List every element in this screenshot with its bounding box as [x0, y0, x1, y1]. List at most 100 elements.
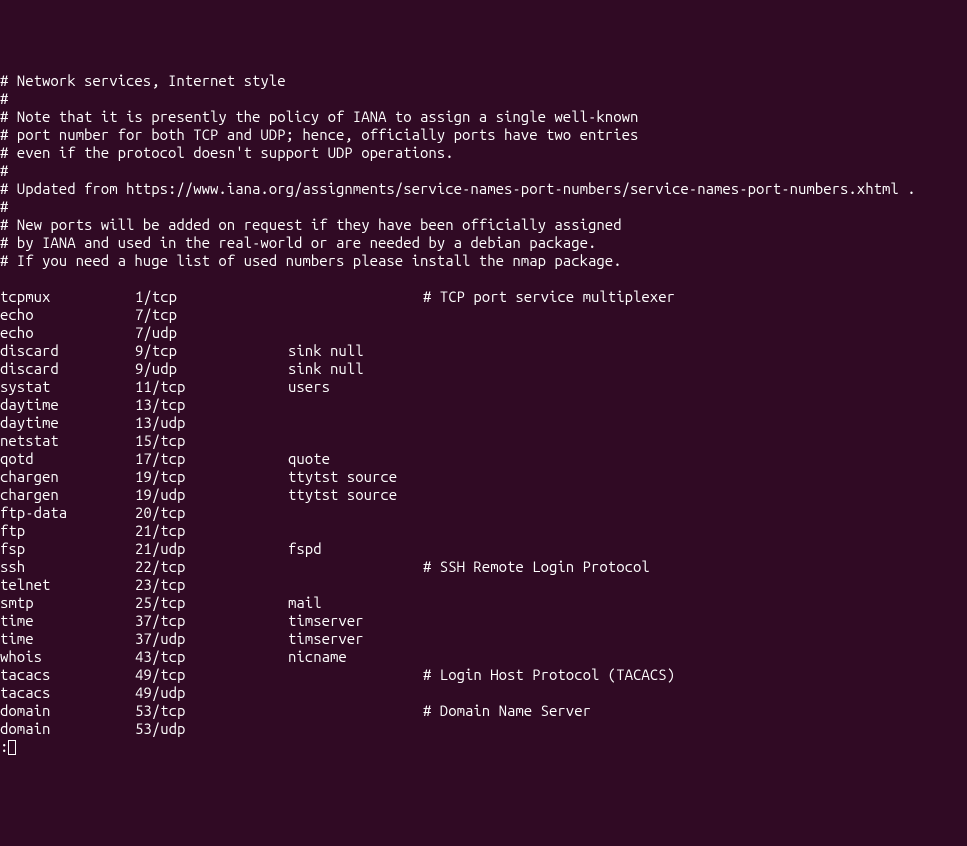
service-name: smtp	[0, 594, 135, 612]
service-alias: mail	[288, 594, 423, 612]
service-port: 13/tcp	[135, 396, 288, 414]
service-port: 20/tcp	[135, 504, 288, 522]
service-port: 21/udp	[135, 540, 288, 558]
service-name: fsp	[0, 540, 135, 558]
service-comment: # Login Host Protocol (TACACS)	[423, 666, 675, 683]
service-name: domain	[0, 702, 135, 720]
comment-line	[0, 270, 967, 288]
service-row: domain53/udp	[0, 720, 967, 738]
comment-line: # New ports will be added on request if …	[0, 216, 967, 234]
service-row: tacacs49/tcp # Login Host Protocol (TACAC…	[0, 666, 967, 684]
service-row: chargen19/tcpttytst source	[0, 468, 967, 486]
service-name: tcpmux	[0, 288, 135, 306]
service-row: fsp21/udpfspd	[0, 540, 967, 558]
service-alias: quote	[288, 450, 423, 468]
service-row: telnet23/tcp	[0, 576, 967, 594]
service-name: ftp-data	[0, 504, 135, 522]
service-row: time37/tcptimserver	[0, 612, 967, 630]
service-name: systat	[0, 378, 135, 396]
service-comment: # SSH Remote Login Protocol	[423, 558, 650, 575]
service-row: ssh22/tcp # SSH Remote Login Protocol	[0, 558, 967, 576]
service-alias: fspd	[288, 540, 423, 558]
service-row: echo7/udp	[0, 324, 967, 342]
service-name: time	[0, 630, 135, 648]
service-alias: timserver	[288, 630, 423, 648]
service-name: time	[0, 612, 135, 630]
service-port: 19/udp	[135, 486, 288, 504]
service-row: tcpmux1/tcp # TCP port service multiplexe…	[0, 288, 967, 306]
service-row: discard9/tcpsink null	[0, 342, 967, 360]
service-name: daytime	[0, 396, 135, 414]
service-port: 49/tcp	[135, 666, 288, 684]
service-port: 21/tcp	[135, 522, 288, 540]
service-comment: # Domain Name Server	[423, 702, 591, 719]
service-name: discard	[0, 360, 135, 378]
service-port: 9/tcp	[135, 342, 288, 360]
comment-line: # port number for both TCP and UDP; henc…	[0, 126, 967, 144]
service-comment: # TCP port service multiplexer	[423, 288, 675, 305]
service-alias: users	[288, 378, 423, 396]
service-alias: nicname	[288, 648, 423, 666]
service-name: telnet	[0, 576, 135, 594]
service-port: 53/udp	[135, 720, 288, 738]
prompt-text: :	[0, 738, 8, 755]
comment-line: #	[0, 198, 967, 216]
service-row: time37/udptimserver	[0, 630, 967, 648]
service-name: whois	[0, 648, 135, 666]
service-name: tacacs	[0, 666, 135, 684]
service-row: discard9/udpsink null	[0, 360, 967, 378]
pager-prompt[interactable]: :	[0, 738, 967, 756]
comment-line: # even if the protocol doesn't support U…	[0, 144, 967, 162]
terminal-output: # Network services, Internet style## Not…	[0, 72, 967, 756]
service-port: 1/tcp	[135, 288, 288, 306]
service-name: echo	[0, 324, 135, 342]
service-alias: sink null	[288, 360, 423, 378]
service-port: 22/tcp	[135, 558, 288, 576]
service-name: ftp	[0, 522, 135, 540]
service-row: systat11/tcpusers	[0, 378, 967, 396]
service-row: daytime13/tcp	[0, 396, 967, 414]
service-name: ssh	[0, 558, 135, 576]
service-name: daytime	[0, 414, 135, 432]
comment-line: # by IANA and used in the real-world or …	[0, 234, 967, 252]
comment-line: # Note that it is presently the policy o…	[0, 108, 967, 126]
service-port: 15/tcp	[135, 432, 288, 450]
service-alias: ttytst source	[288, 468, 423, 486]
service-port: 9/udp	[135, 360, 288, 378]
service-port: 37/udp	[135, 630, 288, 648]
service-row: daytime13/udp	[0, 414, 967, 432]
comment-line: # Updated from https://www.iana.org/assi…	[0, 180, 967, 198]
service-port: 11/tcp	[135, 378, 288, 396]
service-port: 25/tcp	[135, 594, 288, 612]
service-row: tacacs49/udp	[0, 684, 967, 702]
service-row: echo7/tcp	[0, 306, 967, 324]
service-name: chargen	[0, 486, 135, 504]
service-name: domain	[0, 720, 135, 738]
service-port: 7/tcp	[135, 306, 288, 324]
service-name: echo	[0, 306, 135, 324]
service-row: domain53/tcp # Domain Name Server	[0, 702, 967, 720]
service-row: netstat15/tcp	[0, 432, 967, 450]
comment-line: # If you need a huge list of used number…	[0, 252, 967, 270]
service-port: 43/tcp	[135, 648, 288, 666]
comment-line: # Network services, Internet style	[0, 72, 967, 90]
service-port: 23/tcp	[135, 576, 288, 594]
service-name: discard	[0, 342, 135, 360]
service-row: smtp25/tcpmail	[0, 594, 967, 612]
service-port: 13/udp	[135, 414, 288, 432]
service-row: whois43/tcpnicname	[0, 648, 967, 666]
service-alias: ttytst source	[288, 486, 423, 504]
service-alias: sink null	[288, 342, 423, 360]
comment-line: #	[0, 90, 967, 108]
cursor-icon	[8, 740, 16, 755]
comment-line: #	[0, 162, 967, 180]
service-alias: timserver	[288, 612, 423, 630]
service-row: qotd17/tcpquote	[0, 450, 967, 468]
service-port: 53/tcp	[135, 702, 288, 720]
service-row: chargen19/udpttytst source	[0, 486, 967, 504]
service-port: 19/tcp	[135, 468, 288, 486]
service-row: ftp21/tcp	[0, 522, 967, 540]
service-port: 37/tcp	[135, 612, 288, 630]
service-name: chargen	[0, 468, 135, 486]
service-row: ftp-data20/tcp	[0, 504, 967, 522]
